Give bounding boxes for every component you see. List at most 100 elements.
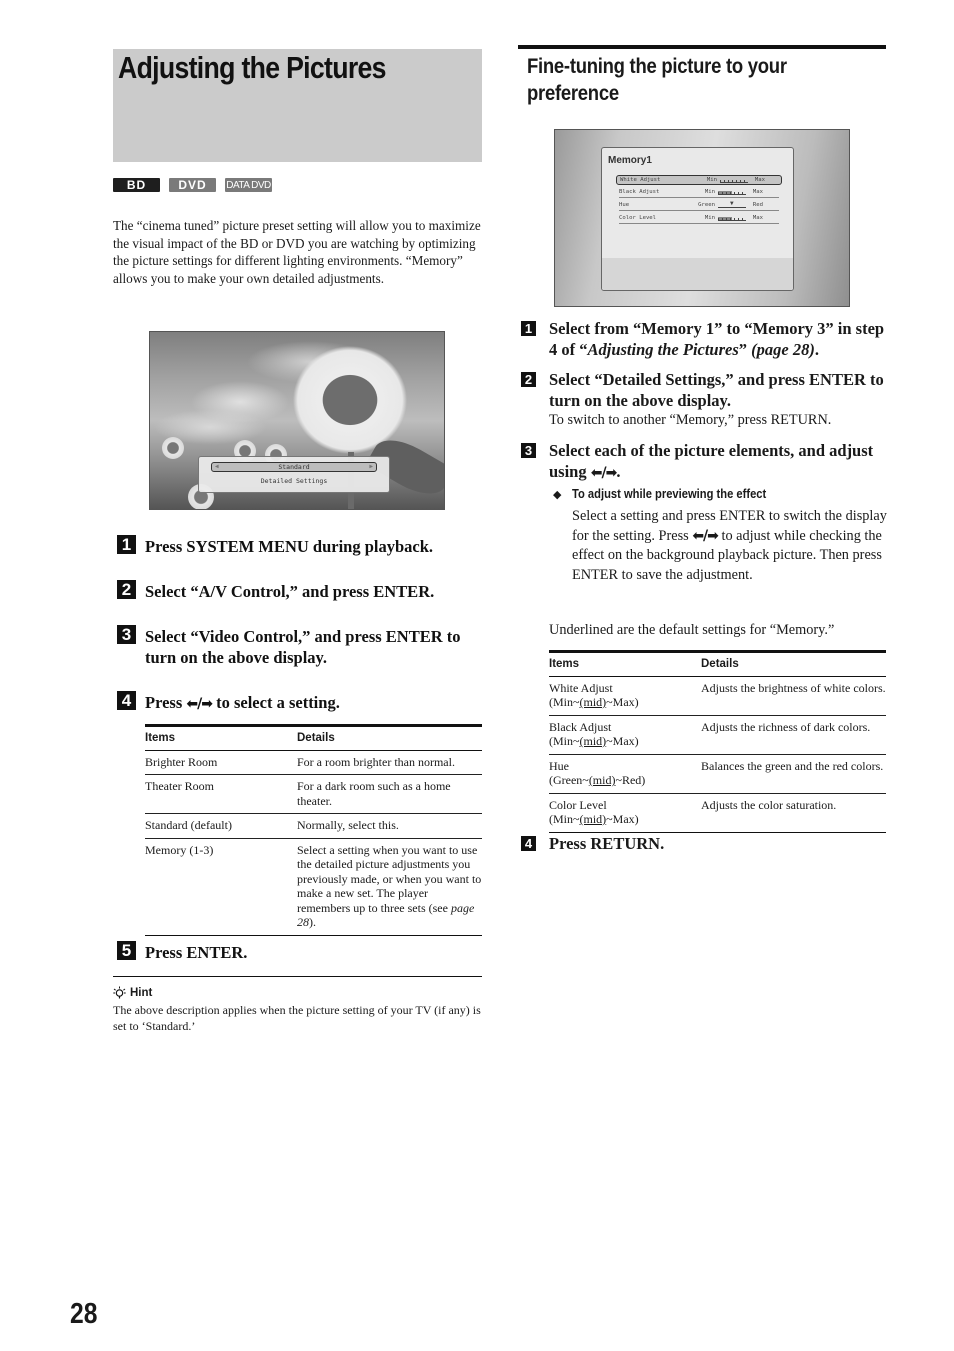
setting-label: Hue: [619, 202, 630, 208]
badge-dvd: DVD: [169, 178, 216, 192]
setting-max-label: Max: [752, 189, 763, 195]
item-name: White Adjust: [549, 680, 613, 695]
detail-cell: Select a setting when you want to use th…: [297, 838, 482, 936]
item-cell: Brighter Room: [145, 750, 297, 775]
step-number-3: 3: [117, 625, 136, 644]
memory-settings-screenshot: Memory1 White Adjust Min Max Black Adjus…: [554, 129, 850, 307]
right-step-number-4: 4: [521, 836, 536, 851]
item-cell: Memory (1-3): [145, 838, 297, 936]
hint-heading: Hint: [113, 986, 152, 999]
range-text: ~Max): [606, 695, 639, 709]
right-step-2-note: To switch to another “Memory,” press RET…: [549, 412, 832, 428]
setting-max-label: Max: [752, 215, 763, 221]
item-cell: White Adjust (Min~(mid)~Max): [549, 676, 701, 716]
step-text: ”: [738, 340, 752, 359]
left-right-arrows-icon: ⬅/➡: [590, 465, 618, 481]
detail-text-end: ).: [309, 915, 316, 929]
lightbulb-icon: [113, 986, 126, 999]
detail-cell: Normally, select this.: [297, 813, 482, 839]
detail-cell: For a dark room such as a home theater.: [297, 774, 482, 814]
setting-slider[interactable]: [718, 217, 746, 221]
step-3-text: Select “Video Control,” and press ENTER …: [145, 627, 461, 667]
hint-title: Hint: [130, 986, 153, 999]
detailed-settings-option[interactable]: Detailed Settings: [199, 477, 389, 485]
setting-label: Black Adjust: [619, 189, 660, 195]
setting-label: White Adjust: [620, 177, 661, 183]
detail-cell: Adjusts the color saturation.: [701, 793, 886, 833]
item-cell: Standard (default): [145, 813, 297, 839]
step-text: .: [616, 462, 621, 481]
right-step-number-2: 2: [521, 372, 536, 387]
right-step-3-text: Select each of the picture elements, and…: [549, 440, 879, 484]
detail-cell: Adjusts the brightness of white colors.: [701, 676, 886, 716]
picture-mode-selector[interactable]: ◀ Standard ▶: [211, 462, 377, 472]
hint-divider: [113, 976, 482, 977]
left-right-arrows-icon: ⬅/➡: [692, 527, 719, 544]
default-value: (mid): [579, 734, 607, 748]
table-row: Color Level (Min~(mid)~Max) Adjusts the c…: [549, 793, 886, 833]
section-reference: Adjusting the Pictures: [587, 340, 739, 359]
defaults-note: Underlined are the default settings for …: [549, 622, 835, 638]
default-value: (mid): [579, 695, 607, 709]
setting-slider[interactable]: [718, 191, 746, 195]
range-text: (Min~: [549, 695, 580, 709]
step-number-4: 4: [117, 691, 136, 710]
range-text: (Min~: [549, 734, 580, 748]
setting-row-white-adjust[interactable]: White Adjust Min Max: [616, 175, 782, 185]
page-number: 28: [70, 1298, 98, 1330]
setting-max-label: Max: [754, 177, 765, 183]
table-header-row: Items Details: [549, 651, 886, 677]
range-text: ~Max): [606, 734, 639, 748]
slider-ticks: [718, 218, 746, 221]
slider-ticks: [718, 192, 746, 195]
menu-footer: [602, 258, 793, 290]
table-row: Brighter Room For a room brighter than n…: [145, 750, 482, 775]
table-row: Standard (default) Normally, select this…: [145, 813, 482, 839]
diamond-bullet-icon: ◆: [553, 489, 562, 501]
setting-min-label: Min: [704, 189, 715, 195]
setting-min-label: Min: [704, 215, 715, 221]
step-5-text: Press ENTER.: [145, 943, 248, 962]
subsection-heading: To adjust while previewing the effect: [572, 486, 767, 501]
step-2-text: Select “A/V Control,” and press ENTER.: [145, 582, 435, 601]
column-header-items: Items: [549, 651, 701, 677]
default-value: (mid): [579, 812, 607, 826]
item-cell: Hue (Green~(mid)~Red): [549, 754, 701, 794]
center-marker-icon: ▼: [730, 200, 734, 207]
left-arrow-icon: ◀: [215, 463, 219, 470]
setting-row-color-level[interactable]: Color Level Min Max: [619, 214, 779, 224]
picture-mode-menu: ◀ Standard ▶ Detailed Settings: [198, 456, 390, 493]
table-row: Hue (Green~(mid)~Red) Balances the green …: [549, 754, 886, 794]
right-step-1-text: Select from “Memory 1” to “Memory 3” in …: [549, 318, 889, 360]
slider-ticks: [720, 180, 748, 183]
left-right-arrows-icon: ⬅/➡: [186, 696, 213, 712]
table-row: White Adjust (Min~(mid)~Max) Adjusts the …: [549, 676, 886, 716]
memory-title: Memory1: [608, 155, 652, 166]
detail-cell: For a room brighter than normal.: [297, 750, 482, 775]
intro-paragraph: The “cinema tuned” picture preset settin…: [113, 218, 481, 286]
step-number-5: 5: [117, 941, 136, 960]
section-rule: [518, 45, 886, 49]
badge-bd: BD: [113, 178, 160, 192]
video-control-screenshot: ◀ Standard ▶ Detailed Settings: [149, 331, 445, 510]
disc-badges: BD DVD DATA DVD: [113, 178, 272, 192]
small-sunflower: [162, 437, 184, 459]
step-number-1: 1: [117, 535, 136, 554]
range-text: ~Max): [606, 812, 639, 826]
setting-row-hue[interactable]: Hue Green ▼ Red: [619, 200, 779, 211]
setting-slider[interactable]: ▼: [718, 200, 746, 208]
item-name: Hue: [549, 758, 569, 773]
page-reference-link[interactable]: (page 28): [751, 340, 815, 359]
item-name: Color Level: [549, 797, 607, 812]
setting-row-black-adjust[interactable]: Black Adjust Min Max: [619, 188, 779, 198]
memory-settings-table: Items Details White Adjust (Min~(mid)~Max…: [549, 650, 886, 833]
setting-slider[interactable]: [720, 179, 748, 183]
picture-mode-value: Standard: [278, 463, 310, 471]
step-4-pre: Press: [145, 693, 187, 712]
setting-min-label: Min: [706, 177, 717, 183]
table-row: Memory (1-3) Select a setting when you w…: [145, 838, 482, 936]
table-row: Black Adjust (Min~(mid)~Max) Adjusts the …: [549, 715, 886, 755]
right-step-number-3: 3: [521, 443, 536, 458]
right-step-4-text: Press RETURN.: [549, 834, 665, 853]
default-value: (mid): [588, 773, 616, 787]
